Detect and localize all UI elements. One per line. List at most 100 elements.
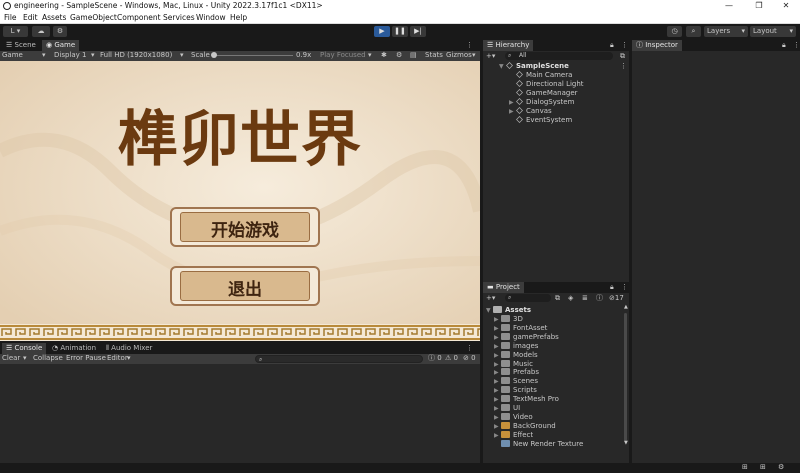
search-by-label-icon[interactable]: ◈ [568,294,573,303]
expand-arrow-icon[interactable]: ▶ [494,404,501,413]
hierarchy-item[interactable]: ▶ DialogSystem [509,98,574,107]
resolution-dropdown[interactable]: Full HD (1920x1080) [100,51,172,60]
account-dropdown[interactable]: L ▾ [3,26,28,37]
cloud-icon[interactable]: ☁ [32,26,50,37]
project-item[interactable]: ▶ Music [494,359,533,369]
search-by-type-icon[interactable]: ⧉ [555,294,560,303]
expand-arrow-icon[interactable]: ▶ [494,324,501,333]
expand-arrow-icon[interactable]: ▶ [494,368,501,377]
console-log-area[interactable] [0,364,480,463]
menu-file[interactable]: File [4,13,17,22]
project-item[interactable]: ▶ 3D [494,315,523,324]
expand-arrow-icon[interactable]: ▶ [494,360,501,369]
console-search-input[interactable]: ⌕ [255,355,423,363]
lock-icon[interactable]: 🔒︎ [782,41,786,50]
clear-button[interactable]: Clear [2,354,20,363]
display-dropdown[interactable]: Display 1 [54,51,86,60]
more-options-icon[interactable]: ⋮ [621,283,628,292]
start-game-button[interactable]: 开始游戏 [170,207,320,247]
play-button[interactable]: ▶ [374,26,390,37]
expand-arrow-icon[interactable]: ▶ [494,315,501,324]
tab-audio-mixer[interactable]: ⫴ Audio Mixer [102,343,156,354]
scrollbar[interactable] [624,313,627,441]
scroll-down-icon[interactable]: ▼ [624,439,628,448]
menu-assets[interactable]: Assets [42,13,66,22]
expand-arrow-icon[interactable]: ▶ [494,333,501,342]
add-icon[interactable]: +▾ [486,294,495,303]
tab-project[interactable]: ▬ Project [483,282,524,293]
project-item[interactable]: ▶ TextMesh Pro [494,395,559,404]
more-options-icon[interactable]: ⋮ [621,41,628,50]
hidden-packages-icon[interactable]: ⊘17 [609,294,624,303]
game-mode-dropdown[interactable]: Game [2,51,23,60]
search-icon[interactable]: ⌕ [686,26,701,37]
network-icon[interactable]: ⊞ [760,463,766,472]
layout-dropdown[interactable]: Layout ▾ [750,26,796,37]
expand-arrow-icon[interactable]: ▼ [499,62,506,71]
expand-arrow-icon[interactable]: ▶ [494,422,501,431]
more-options-icon[interactable]: ⋮ [620,62,627,71]
project-item[interactable]: ▶ Prefabs [494,368,539,377]
step-button[interactable]: ▶| [410,26,426,37]
expand-arrow-icon[interactable]: ▶ [494,431,501,440]
layers-dropdown[interactable]: Layers ▾ [704,26,748,37]
project-search-input[interactable]: ⌕ [505,294,551,302]
search-by-importlog-icon[interactable]: ≣ [582,294,588,303]
close-button[interactable]: ✕ [772,0,800,12]
menu-edit[interactable]: Edit [23,13,38,22]
expand-arrow-icon[interactable]: ▶ [494,342,501,351]
tab-console[interactable]: ☰ Console [2,343,47,354]
play-focused-dropdown[interactable]: Play Focused [320,51,366,60]
project-item[interactable]: ▶ Scenes [494,377,538,386]
collapse-button[interactable]: Collapse [33,354,63,363]
expand-arrow-icon[interactable]: ▶ [509,98,516,107]
project-item[interactable]: ▶ images [494,341,538,351]
scroll-up-icon[interactable]: ▲ [624,303,628,312]
minimize-button[interactable]: — [715,0,743,12]
editor-dropdown[interactable]: Editor [107,354,128,363]
menu-services[interactable]: Services [163,13,195,22]
project-item[interactable]: ▶ Scripts [494,386,537,395]
project-item[interactable]: ▶ gamePrefabs [494,332,559,342]
lock-icon[interactable]: 🔒︎ [610,41,614,50]
expand-arrow-icon[interactable]: ▶ [509,107,516,116]
menu-component[interactable]: Component [117,13,161,22]
scale-slider[interactable] [211,52,293,58]
hierarchy-item[interactable]: Directional Light [509,80,584,89]
warning-count[interactable]: ⚠ 0 [445,354,458,363]
hierarchy-item[interactable]: ▶ Canvas [509,107,552,116]
tab-animation[interactable]: ◔ Animation [48,343,100,354]
error-pause-button[interactable]: Error Pause [66,354,106,363]
tab-hierarchy[interactable]: ☰ Hierarchy [483,40,534,51]
maximize-button[interactable]: ❐ [745,0,773,12]
filter-icon[interactable]: ⧉ [620,52,625,61]
expand-arrow-icon[interactable]: ▶ [494,395,501,404]
history-icon[interactable]: ◷ [667,26,682,37]
more-options-icon[interactable]: ⋮ [466,41,473,50]
hierarchy-item[interactable]: GameManager [509,89,578,98]
project-item[interactable]: ▶ FontAsset [494,323,547,333]
tab-game[interactable]: ◉ Game [42,40,80,51]
menu-gameobject[interactable]: GameObject [70,13,117,22]
debug-mode-icon[interactable]: ⚙ [778,463,784,472]
expand-arrow-icon[interactable]: ▶ [494,386,501,395]
help-icon[interactable]: ⓘ [596,294,603,303]
project-item[interactable]: ▶ BackGround [494,421,556,431]
more-options-icon[interactable]: ⋮ [793,41,800,50]
project-item[interactable]: ▶ Video [494,412,533,422]
project-item[interactable]: ▶ Effect [494,430,533,440]
project-item[interactable]: ▶ Models [494,350,538,360]
menu-window[interactable]: Window [196,13,226,22]
scale-slider-handle[interactable] [211,52,217,58]
progress-icon[interactable]: ⊞ [742,463,748,472]
expand-arrow-icon[interactable]: ▶ [494,377,501,386]
game-view[interactable]: 榫卯世界 开始游戏 退出 [0,61,480,341]
log-count[interactable]: ⓘ 0 [428,354,442,363]
lock-icon[interactable]: 🔒︎ [610,283,614,292]
expand-arrow-icon[interactable]: ▶ [494,413,501,422]
error-count[interactable]: ⊘ 0 [463,354,476,363]
mute-audio-icon[interactable]: ✱ [381,51,387,60]
collab-icon[interactable]: ⚙ [53,26,67,37]
exit-button[interactable]: 退出 [170,266,320,306]
hierarchy-item[interactable]: EventSystem [509,116,572,125]
